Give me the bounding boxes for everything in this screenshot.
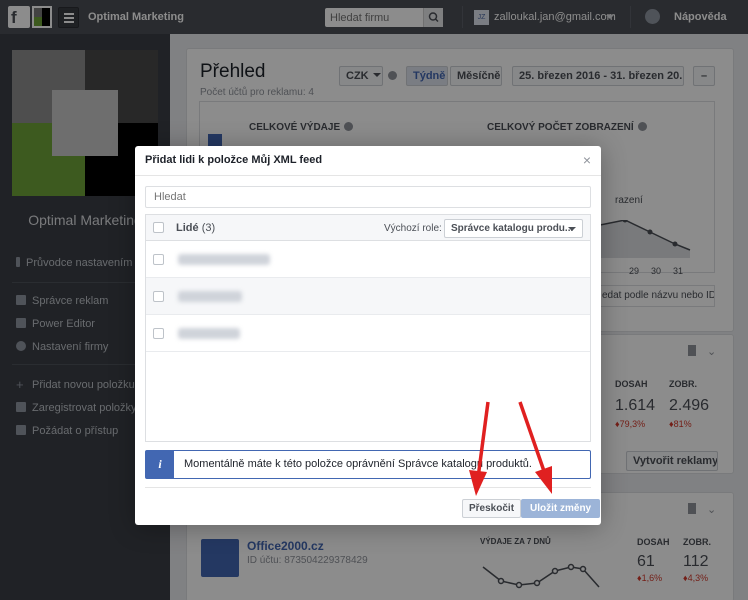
skip-button[interactable]: Přeskočit <box>462 499 522 518</box>
blurred-person-name <box>178 254 270 265</box>
permission-info-text: Momentálně máte k této položce oprávnění… <box>184 458 532 470</box>
permission-info-box: i Momentálně máte k této položce oprávně… <box>145 450 591 479</box>
close-icon[interactable]: × <box>583 152 591 168</box>
person-row[interactable] <box>146 315 590 352</box>
default-role-label: Výchozí role: <box>384 223 442 234</box>
add-people-dialog: Přidat lidi k položce Můj XML feed × Lid… <box>135 146 601 525</box>
chevron-down-icon <box>568 227 576 231</box>
people-search-input[interactable] <box>145 186 591 208</box>
dialog-header: Přidat lidi k položce Můj XML feed × <box>135 146 601 176</box>
person-row[interactable] <box>146 278 590 315</box>
people-table-header: Lidé (3) Výchozí role: Správce katalogu … <box>146 215 590 241</box>
info-icon: i <box>146 451 174 478</box>
default-role-select[interactable]: Správce katalogu produ... <box>444 219 583 238</box>
dialog-title: Přidat lidi k položce Můj XML feed <box>145 154 323 166</box>
person-checkbox[interactable] <box>153 254 164 265</box>
people-column-header: Lidé (3) <box>176 222 216 234</box>
person-row[interactable] <box>146 241 590 278</box>
people-table: Lidé (3) Výchozí role: Správce katalogu … <box>145 214 591 442</box>
blurred-person-name <box>178 291 242 302</box>
blurred-person-name <box>178 328 240 339</box>
divider <box>145 487 591 488</box>
person-checkbox[interactable] <box>153 291 164 302</box>
person-checkbox[interactable] <box>153 328 164 339</box>
save-changes-button[interactable]: Uložit změny <box>521 499 601 518</box>
select-all-checkbox[interactable] <box>153 222 164 233</box>
